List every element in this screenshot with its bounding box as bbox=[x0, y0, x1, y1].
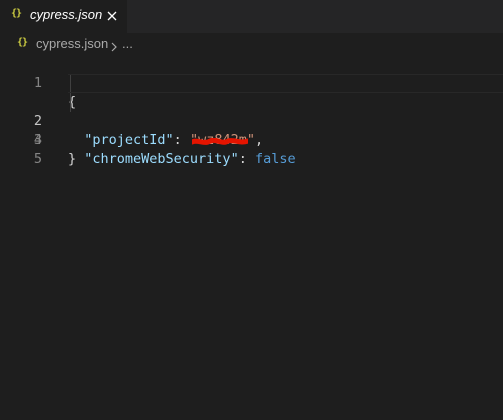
json-braces-icon: {} bbox=[17, 37, 28, 48]
breadcrumb: {} cypress.json ... bbox=[0, 33, 503, 55]
json-boolean-value: false bbox=[254, 151, 296, 167]
json-colon: : bbox=[238, 151, 255, 167]
json-key: "chromeWebSecurity" bbox=[84, 151, 239, 167]
tab-bar: {} cypress.json bbox=[0, 0, 503, 33]
code-line-5: 5 bbox=[0, 131, 503, 167]
tab-cypress-json[interactable]: {} cypress.json bbox=[0, 0, 127, 33]
code-line-2: 2 "projectId": "wz842m", bbox=[0, 74, 503, 148]
indent-guide bbox=[70, 93, 71, 112]
close-brace: } bbox=[68, 151, 77, 167]
line-number: 5 bbox=[33, 151, 42, 167]
line-content: "chromeWebSecurity": false bbox=[68, 150, 296, 169]
breadcrumb-more[interactable]: ... bbox=[122, 36, 133, 51]
code-area[interactable]: 1 { 2 "projectId": "wz842m", 3 "chromeWe… bbox=[0, 55, 503, 167]
indent-guide bbox=[70, 74, 71, 93]
json-braces-icon: {} bbox=[11, 8, 22, 19]
breadcrumb-file[interactable]: cypress.json bbox=[36, 36, 108, 51]
code-line-1: 1 { bbox=[0, 55, 503, 110]
tab-label: cypress.json bbox=[30, 7, 103, 22]
code-line-3: 3 "chromeWebSecurity": false bbox=[0, 93, 503, 167]
close-icon[interactable] bbox=[104, 8, 120, 24]
code-editor: {} cypress.json {} cypress.json ... 1 { … bbox=[0, 0, 503, 420]
code-line-4: 4 } bbox=[0, 112, 503, 167]
